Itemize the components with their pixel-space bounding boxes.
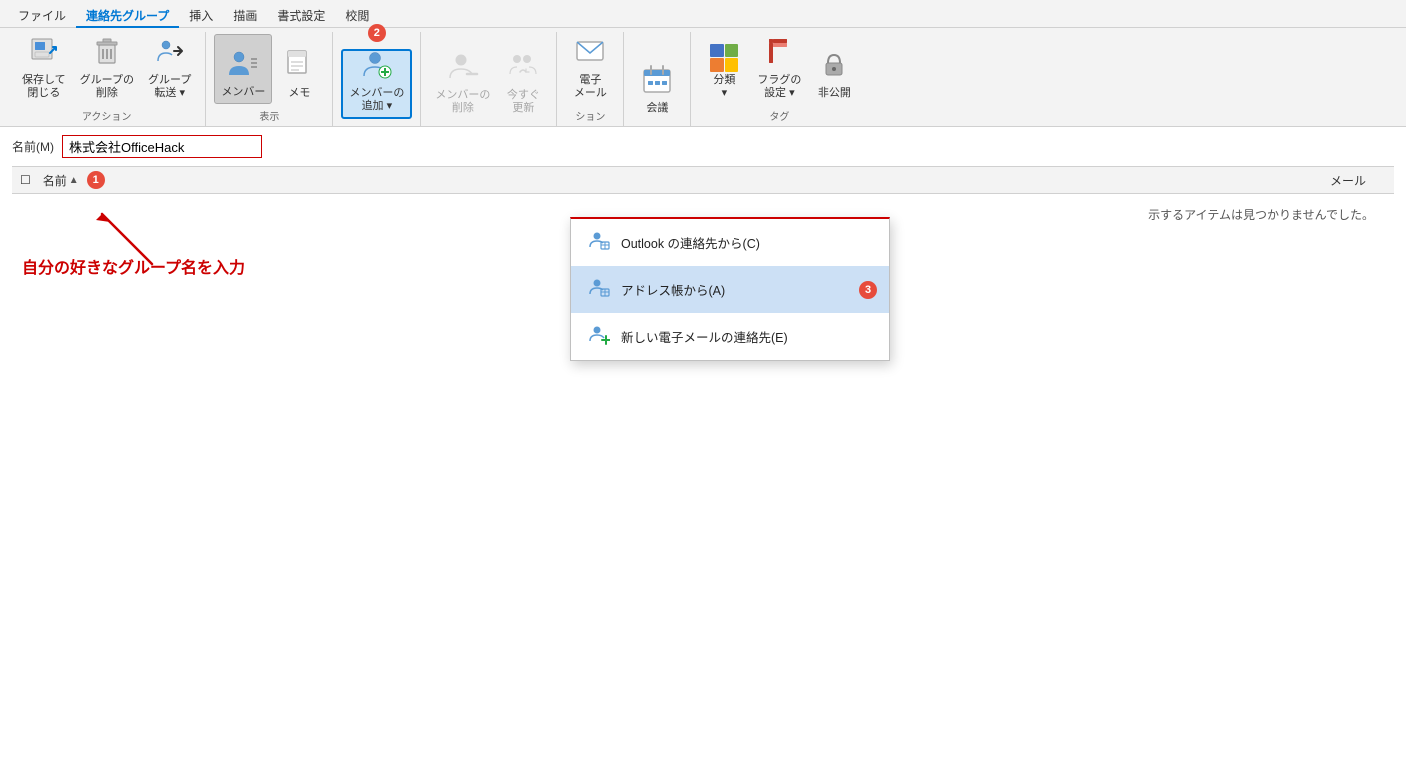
menu-file[interactable]: ファイル (8, 3, 76, 28)
ribbon-group-meeting: 会議 (624, 32, 691, 126)
update-now-icon (507, 50, 539, 87)
ribbon-group-member-actions: メンバーの削除 (421, 32, 557, 126)
forward-group-button[interactable]: グループ転送 ▾ (142, 34, 197, 104)
color-orange (710, 58, 724, 72)
delete-group-button[interactable]: グループの 削除 (74, 34, 140, 104)
step1-badge-inline: 1 (87, 171, 105, 189)
menu-bar: ファイル 連絡先グループ 挿入 描画 書式設定 校閲 (0, 0, 1406, 28)
checkbox-col: ☐ (20, 173, 31, 187)
dropdown-from-outlook[interactable]: Outlook の連絡先から(C) (571, 219, 889, 266)
save-close-button[interactable]: 保存して 閉じる (16, 34, 72, 104)
save-close-label: 保存して 閉じる (22, 74, 66, 100)
dropdown-from-addressbook[interactable]: アドレス帳から(A) 3 (571, 266, 889, 313)
member-button[interactable]: メンバー (214, 34, 272, 104)
empty-message: 示するアイテムは見つかりませんでした。 (1148, 206, 1374, 223)
meeting-group-label (632, 121, 682, 126)
private-label: 非公開 (818, 87, 851, 100)
flag-button[interactable]: フラグの設定 ▾ (751, 34, 807, 104)
step2-badge: 2 (368, 24, 386, 42)
remove-member-button[interactable]: メンバーの削除 (429, 49, 496, 119)
annotation-arrow-svg (92, 194, 292, 274)
member-icon (227, 47, 259, 84)
color-green (725, 44, 739, 58)
flag-icon (763, 35, 795, 72)
name-row: 名前(M) (12, 135, 1394, 158)
update-now-button[interactable]: 今すぐ更新 (498, 49, 548, 119)
classify-icon (710, 44, 738, 72)
flag-label: フラグの設定 ▾ (757, 74, 801, 100)
color-blue (710, 44, 724, 58)
actions-group-label: アクション (16, 106, 197, 126)
col-email-label: メール (1330, 172, 1366, 189)
name-input[interactable] (62, 135, 262, 158)
color-yellow (725, 58, 739, 72)
member-actions-group-label (429, 121, 548, 126)
menu-draw[interactable]: 描画 (223, 3, 267, 28)
color-grid (710, 44, 738, 72)
meeting-icon (641, 63, 673, 100)
remove-member-icon (447, 50, 479, 87)
add-member-icon (361, 48, 393, 85)
dropdown-menu: Outlook の連絡先から(C) アドレス帳から(A) 3 (570, 217, 890, 361)
step3-badge: 3 (859, 281, 877, 299)
name-label: 名前(M) (12, 138, 54, 155)
remove-member-label: メンバーの削除 (435, 89, 490, 115)
classify-label: 分類▾ (713, 74, 735, 100)
add-member-button[interactable]: メンバーの追加 ▾ (341, 49, 412, 119)
sort-arrow-icon: ▲ (69, 175, 79, 186)
content-area: 名前(M) ☐ 名前 ▲ 1 メール 示するアイテムは見つかりませんでした。 自… (0, 127, 1406, 286)
email-button[interactable]: 電子メール (565, 34, 615, 104)
memo-icon (283, 48, 315, 85)
menu-insert[interactable]: 挿入 (179, 3, 223, 28)
memo-label: メモ (288, 87, 310, 100)
col-header-name[interactable]: 名前 ▲ 1 (43, 171, 105, 189)
memo-button[interactable]: メモ (274, 34, 324, 104)
update-now-label: 今すぐ更新 (507, 89, 540, 115)
ribbon-group-display: メンバー メモ (206, 32, 333, 126)
classify-button[interactable]: 分類▾ (699, 34, 749, 104)
display-group-label: 表示 (214, 106, 324, 126)
ribbon-group-tags: 分類▾ フラグの設定 ▾ (691, 32, 867, 126)
member-label: メンバー (221, 86, 265, 99)
tags-group-label: タグ (699, 106, 859, 126)
name-input-wrapper (62, 135, 262, 158)
save-close-icon (28, 35, 60, 72)
dropdown-new-email-contact[interactable]: 新しい電子メールの連絡先(E) (571, 313, 889, 360)
meeting-label: 会議 (646, 102, 668, 115)
from-addressbook-icon (587, 276, 611, 303)
private-button[interactable]: 非公開 (809, 34, 859, 104)
ribbon-group-actions: 保存して 閉じる グループ (8, 32, 206, 126)
col-header-email: メール (1330, 172, 1366, 189)
add-member-label: メンバーの追加 ▾ (349, 87, 404, 113)
menu-format[interactable]: 書式設定 (267, 3, 335, 28)
col-name-label: 名前 (43, 172, 67, 189)
ribbon: 保存して 閉じる グループ (0, 28, 1406, 127)
delete-group-icon (91, 35, 123, 72)
menu-contacts-group[interactable]: 連絡先グループ (76, 3, 179, 28)
forward-group-icon (154, 35, 186, 72)
email-group-label: ション (565, 106, 615, 126)
ribbon-group-add-member: 2 メンバーの追加 ▾ (333, 32, 421, 126)
forward-group-label: グループ転送 ▾ (148, 74, 191, 100)
email-icon (574, 35, 606, 72)
from-addressbook-label: アドレス帳から(A) (621, 280, 725, 299)
from-outlook-label: Outlook の連絡先から(C) (621, 233, 760, 252)
add-member-group-label (341, 121, 412, 126)
meeting-button[interactable]: 会議 (632, 49, 682, 119)
from-outlook-icon (587, 229, 611, 256)
new-email-contact-label: 新しい電子メールの連絡先(E) (621, 327, 788, 346)
column-header-row: ☐ 名前 ▲ 1 メール (12, 166, 1394, 194)
new-email-contact-icon (587, 323, 611, 350)
delete-group-label: グループの 削除 (80, 74, 134, 100)
ribbon-group-email: 電子メール ション (557, 32, 624, 126)
email-label: 電子メール (574, 74, 607, 100)
lock-icon (818, 48, 850, 85)
